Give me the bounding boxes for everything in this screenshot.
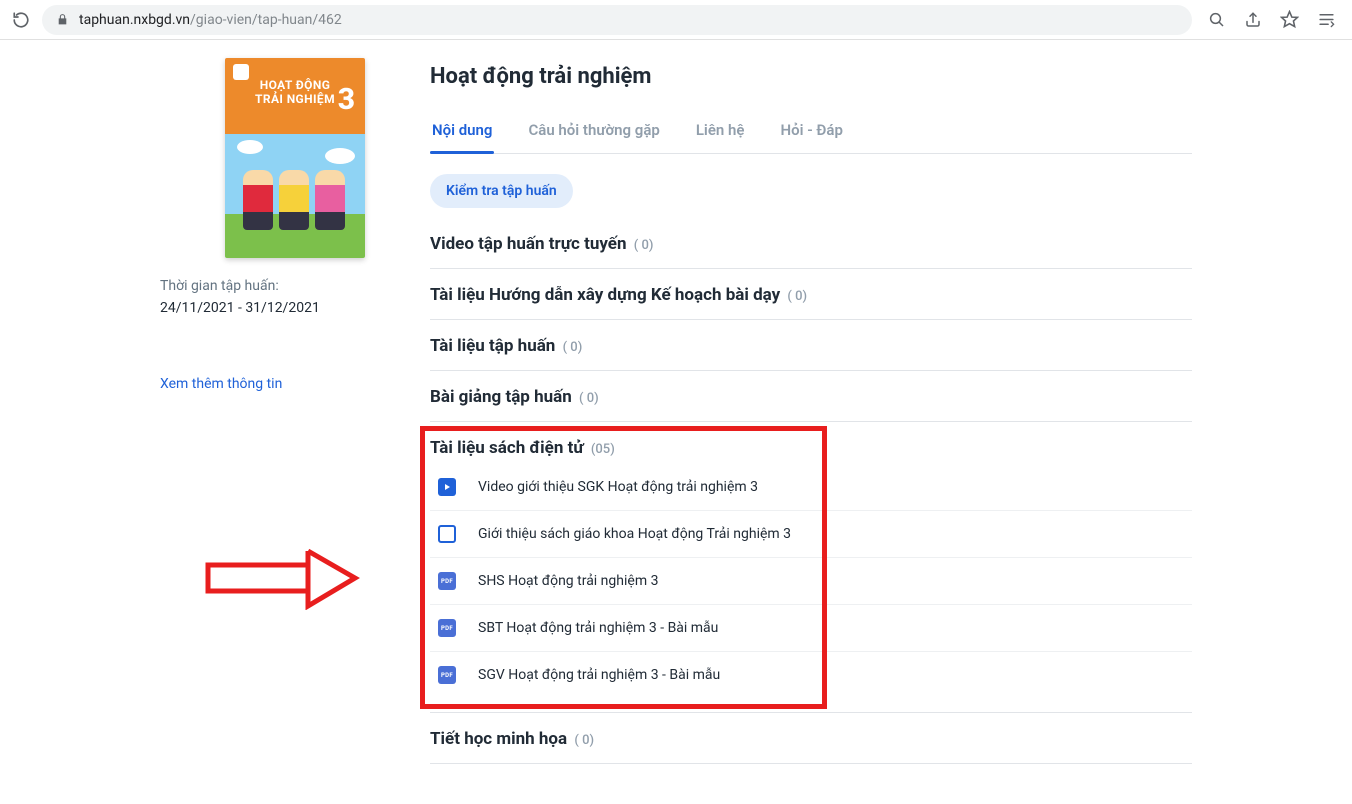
- section-count: ( 0): [571, 733, 594, 748]
- kid-illustration: [279, 170, 309, 230]
- share-icon[interactable]: [1244, 11, 1262, 29]
- section[interactable]: Tài liệu Hướng dẫn xây dựng Kế hoạch bài…: [430, 269, 1192, 320]
- resource-item[interactable]: Video giới thiệu SGK Hoạt động trải nghi…: [430, 464, 1192, 510]
- book-cover: HOẠT ĐỘNG TRẢI NGHIỆM 3: [225, 58, 365, 258]
- more-info-link[interactable]: Xem thêm thông tin: [160, 376, 282, 392]
- check-training-button[interactable]: Kiểm tra tập huấn: [430, 174, 573, 208]
- section-count: ( 0): [576, 391, 599, 406]
- lock-icon: [56, 13, 69, 26]
- reading-list-icon[interactable]: [1317, 10, 1336, 29]
- section-title: Video tập huấn trực tuyến: [430, 234, 627, 254]
- tab-content[interactable]: Nội dung: [430, 111, 494, 153]
- resource-item-label: SBT Hoạt động trải nghiệm 3 - Bài mẫu: [478, 620, 718, 636]
- zoom-icon[interactable]: [1208, 11, 1226, 29]
- pdf-icon: PDF: [438, 572, 456, 590]
- section-title: Tiết học minh họa: [430, 729, 567, 749]
- section[interactable]: Tài liệu tập huấn ( 0): [430, 320, 1192, 371]
- kid-illustration: [315, 170, 345, 230]
- section-title: Tài liệu Hướng dẫn xây dựng Kế hoạch bài…: [430, 285, 780, 305]
- section[interactable]: Tiết học minh họa ( 0): [430, 713, 1192, 764]
- training-period-label: Thời gian tập huấn:: [160, 278, 279, 294]
- page-title: Hoạt động trải nghiệm: [430, 64, 1192, 89]
- section-items: Video giới thiệu SGK Hoạt động trải nghi…: [430, 464, 1192, 698]
- resource-item[interactable]: PDF SGV Hoạt động trải nghiệm 3 - Bài mẫu: [430, 651, 1192, 698]
- resource-item-label: Video giới thiệu SGK Hoạt động trải nghi…: [478, 479, 758, 495]
- tab-faq[interactable]: Câu hỏi thường gặp: [526, 111, 661, 153]
- pdf-icon: PDF: [438, 666, 456, 684]
- star-icon[interactable]: [1280, 10, 1299, 29]
- browser-toolbar: taphuan.nxbgd.vn/giao-vien/tap-huan/462: [0, 0, 1352, 40]
- section-count: ( 0): [559, 340, 582, 355]
- annotation-arrow-icon: [205, 548, 365, 614]
- tab-contact[interactable]: Liên hệ: [694, 111, 747, 153]
- tab-qa[interactable]: Hỏi - Đáp: [778, 111, 844, 153]
- cover-number: 3: [338, 82, 355, 117]
- resource-item[interactable]: PDF SBT Hoạt động trải nghiệm 3 - Bài mẫu: [430, 604, 1192, 651]
- section[interactable]: Tài liệu sách điện tử (05) Video giới thi…: [430, 422, 1192, 713]
- section-title: Bài giảng tập huấn: [430, 387, 572, 407]
- pdf-icon: PDF: [438, 619, 456, 637]
- section-title: Tài liệu tập huấn: [430, 336, 555, 356]
- reload-icon[interactable]: [10, 9, 32, 31]
- resource-item-label: Giới thiệu sách giáo khoa Hoạt động Trải…: [478, 526, 791, 542]
- section-count: ( 0): [631, 238, 654, 253]
- tabs: Nội dung Câu hỏi thường gặp Liên hệ Hỏi …: [430, 111, 1192, 154]
- video-icon: [438, 478, 456, 496]
- kid-illustration: [243, 170, 273, 230]
- section-title: Tài liệu sách điện tử: [430, 438, 584, 458]
- resource-item[interactable]: Giới thiệu sách giáo khoa Hoạt động Trải…: [430, 510, 1192, 557]
- section-count: ( 0): [784, 289, 807, 304]
- cloud-icon: [325, 148, 355, 164]
- slide-icon: [438, 525, 456, 543]
- section[interactable]: Video tập huấn trực tuyến ( 0): [430, 218, 1192, 269]
- url-host: taphuan.nxbgd.vn: [79, 12, 190, 28]
- training-period-value: 24/11/2021 - 31/12/2021: [160, 300, 320, 316]
- resource-item[interactable]: PDF SHS Hoạt động trải nghiệm 3: [430, 557, 1192, 604]
- cloud-icon: [237, 140, 263, 154]
- publisher-logo-icon: [233, 64, 249, 80]
- resource-item-label: SHS Hoạt động trải nghiệm 3: [478, 573, 658, 589]
- chrome-actions: [1202, 10, 1342, 29]
- sidebar: HOẠT ĐỘNG TRẢI NGHIỆM 3 Thời gian tập hu…: [0, 58, 430, 764]
- address-bar[interactable]: taphuan.nxbgd.vn/giao-vien/tap-huan/462: [42, 5, 1192, 35]
- resource-item-label: SGV Hoạt động trải nghiệm 3 - Bài mẫu: [478, 667, 720, 683]
- section[interactable]: Bài giảng tập huấn ( 0): [430, 371, 1192, 422]
- url-path: /giao-vien/tap-huan/462: [190, 12, 342, 28]
- main-content: Hoạt động trải nghiệm Nội dung Câu hỏi t…: [430, 58, 1352, 764]
- section-count: (05): [588, 442, 615, 457]
